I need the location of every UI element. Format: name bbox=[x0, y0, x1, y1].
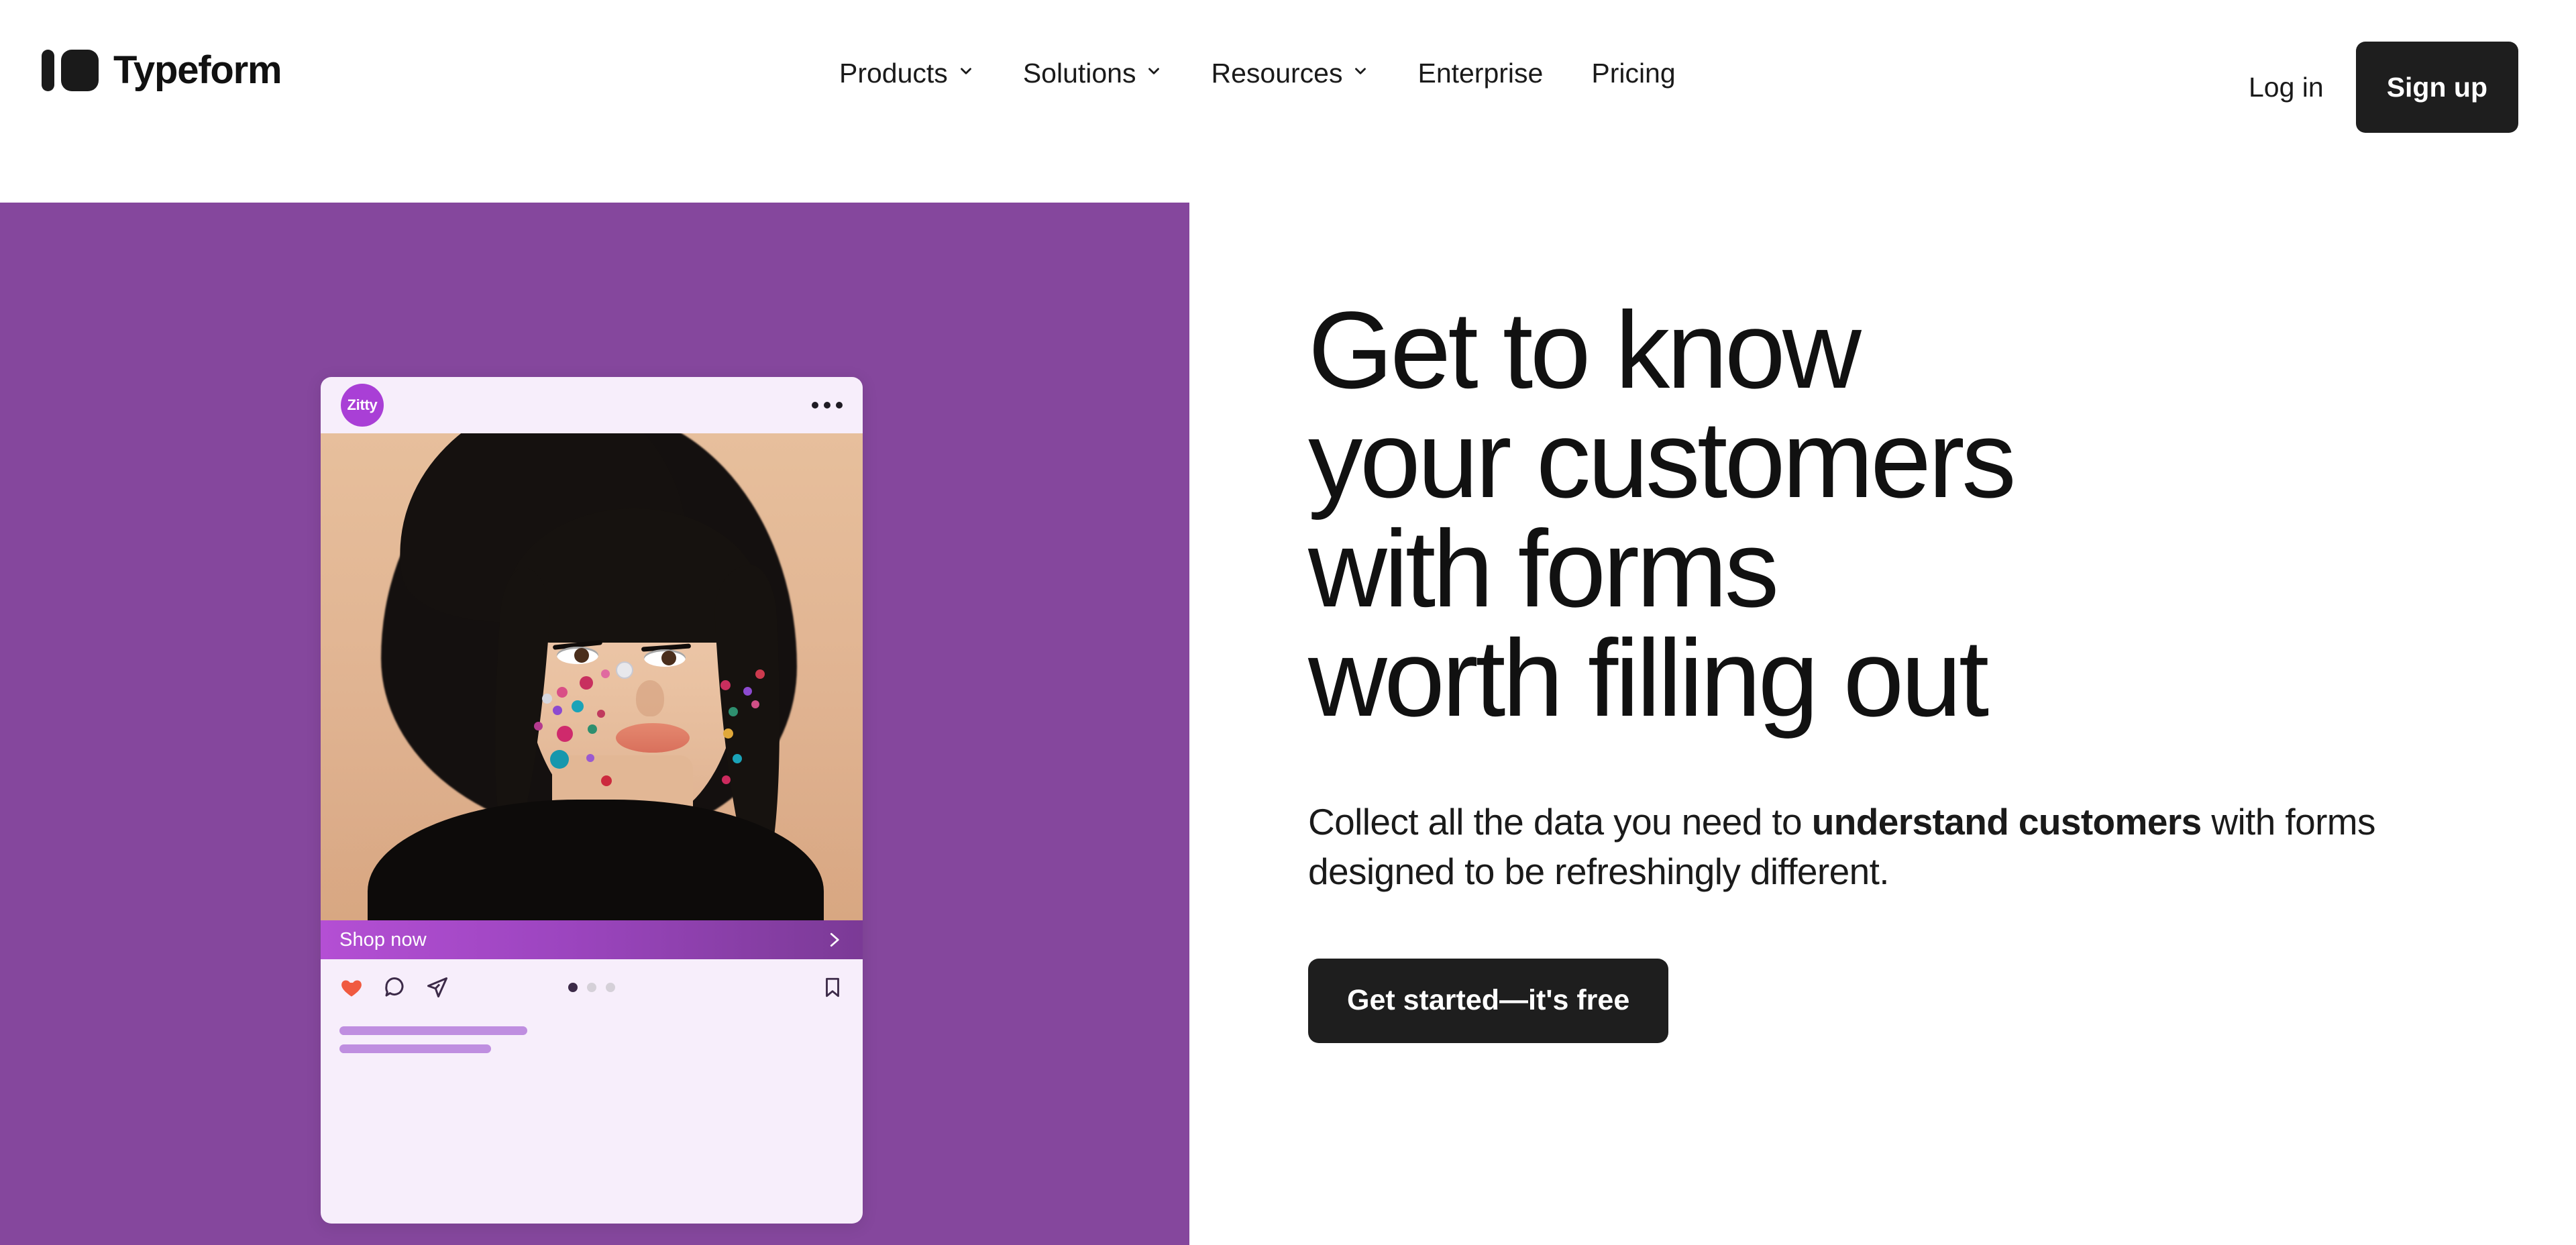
nav-label-enterprise: Enterprise bbox=[1417, 58, 1544, 89]
more-options-icon[interactable] bbox=[812, 402, 843, 409]
nav-item-resources[interactable]: Resources bbox=[1187, 58, 1393, 89]
shop-now-bar[interactable]: Shop now bbox=[321, 920, 863, 959]
page-title: Get to know your customers with forms wo… bbox=[1308, 295, 2536, 733]
site-header: Typeform Products Solutions Resources En… bbox=[0, 0, 2576, 203]
nav-label-solutions: Solutions bbox=[1022, 58, 1136, 89]
subhead-prefix: Collect all the data you need to bbox=[1308, 801, 1812, 843]
nav-item-solutions[interactable]: Solutions bbox=[999, 58, 1187, 89]
nav-item-products[interactable]: Products bbox=[815, 58, 999, 89]
nav-label-resources: Resources bbox=[1211, 58, 1343, 89]
nav-label-products: Products bbox=[839, 58, 948, 89]
hero-content: Get to know your customers with forms wo… bbox=[1308, 295, 2536, 1043]
typeform-logo-icon bbox=[42, 50, 99, 91]
nav-label-pricing: Pricing bbox=[1591, 58, 1676, 89]
hero-subheadline: Collect all the data you need to underst… bbox=[1308, 797, 2516, 897]
card-header: Zitty bbox=[321, 377, 863, 433]
avatar[interactable]: Zitty bbox=[341, 384, 384, 427]
carousel-dot-1[interactable] bbox=[568, 983, 578, 992]
carousel-dot-2[interactable] bbox=[587, 983, 596, 992]
chevron-right-icon bbox=[824, 930, 844, 950]
caption-line-2 bbox=[339, 1044, 491, 1053]
login-link[interactable]: Log in bbox=[2216, 72, 2356, 103]
headline-line-3: with forms bbox=[1308, 507, 1779, 630]
main-navigation: Products Solutions Resources Enterprise bbox=[815, 58, 1700, 89]
brand-name: Typeform bbox=[113, 48, 282, 92]
caption-placeholder bbox=[321, 1016, 863, 1053]
post-actions bbox=[321, 959, 863, 1016]
carousel-dots bbox=[568, 983, 615, 992]
post-photo bbox=[321, 433, 863, 920]
nav-item-pricing[interactable]: Pricing bbox=[1567, 58, 1699, 89]
share-icon[interactable] bbox=[425, 975, 449, 999]
page-root: Typeform Products Solutions Resources En… bbox=[0, 0, 2576, 1245]
social-post-card: Zitty Shop now bbox=[321, 377, 863, 1224]
chevron-down-icon bbox=[1145, 62, 1163, 80]
chevron-down-icon bbox=[1352, 62, 1369, 80]
chevron-down-icon bbox=[957, 62, 975, 80]
nav-item-enterprise[interactable]: Enterprise bbox=[1393, 58, 1567, 89]
subhead-bold: understand customers bbox=[1811, 801, 2202, 843]
headline-line-1: Get to know bbox=[1308, 288, 1862, 411]
headline-line-4: worth filling out bbox=[1308, 616, 1989, 739]
caption-line-1 bbox=[339, 1026, 527, 1035]
carousel-dot-3[interactable] bbox=[606, 983, 615, 992]
headline-line-2: your customers bbox=[1308, 398, 2017, 521]
brand-logo-link[interactable]: Typeform bbox=[42, 48, 282, 92]
signup-button[interactable]: Sign up bbox=[2355, 42, 2518, 133]
bookmark-icon[interactable] bbox=[821, 976, 844, 999]
header-actions: Log in Sign up bbox=[2216, 42, 2518, 133]
shop-now-label: Shop now bbox=[339, 928, 427, 951]
comment-icon[interactable] bbox=[382, 975, 407, 999]
get-started-button[interactable]: Get started—it's free bbox=[1308, 958, 1669, 1043]
heart-icon[interactable] bbox=[339, 975, 364, 999]
